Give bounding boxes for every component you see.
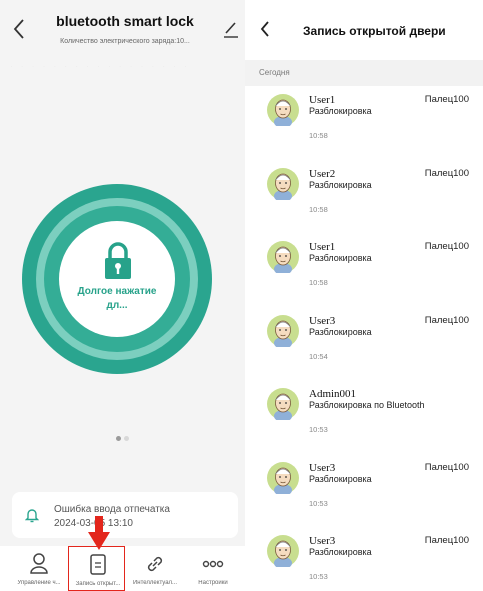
avatar-icon [267, 167, 299, 200]
tab-label: Управление ч... [17, 580, 61, 586]
record-method: Палец100 [424, 535, 469, 546]
device-title: bluetooth smart lock [56, 13, 194, 29]
record-time: 10:58 [309, 204, 328, 214]
avatar-icon [267, 314, 299, 347]
lock-home-screen: bluetooth smart lock Количество электрич… [0, 0, 245, 591]
tab-label: Запись открыт... [75, 581, 121, 587]
section-header: Сегодня [245, 60, 483, 86]
record-user-name: User1 [309, 94, 336, 106]
record-row[interactable]: User1 Разблокировка Палец100 10:58 [245, 88, 483, 162]
bell-icon [25, 509, 39, 523]
edit-icon[interactable] [222, 18, 240, 40]
page-indicator [116, 428, 132, 446]
avatar-icon [267, 535, 299, 567]
back-arrow-icon[interactable] [10, 14, 30, 44]
record-row[interactable]: User2 Разблокировка Палец100 10:58 [245, 162, 483, 236]
unlock-button[interactable]: Долгое нажатие дл... [59, 221, 175, 337]
record-user-name: User3 [309, 535, 336, 547]
record-user-name: User1 [309, 241, 336, 253]
unlock-ring[interactable]: Долгое нажатие дл... [22, 184, 212, 374]
record-method: Палец100 [424, 241, 469, 252]
avatar-icon [267, 461, 299, 494]
record-time: 10:53 [309, 572, 328, 581]
record-row[interactable]: Admin001 Разблокировка по Bluetooth 10:5… [245, 382, 483, 456]
record-action: Разблокировка [309, 106, 372, 116]
red-arrow-annotation [88, 516, 110, 550]
avatar-icon [267, 94, 299, 126]
avatar-icon [267, 241, 299, 273]
record-time: 10:58 [309, 131, 328, 140]
record-user-name: User3 [309, 314, 336, 327]
user-icon [30, 553, 48, 574]
tab-label: Настройки [198, 580, 228, 586]
record-action: Разблокировка [309, 473, 372, 484]
back-arrow-icon[interactable] [259, 20, 271, 38]
record-method: Палец100 [424, 167, 469, 179]
record-action: Разблокировка по Bluetooth [309, 400, 425, 410]
record-icon [90, 554, 106, 575]
alert-title: Ошибка ввода отпечатка [54, 504, 170, 515]
tab-label: Интеллектуал... [132, 580, 178, 586]
record-method: Палец100 [424, 94, 469, 105]
latest-alert-card[interactable]: Ошибка ввода отпечатка 2024-03-05 13:10 [12, 492, 238, 538]
avatar-icon [267, 388, 299, 420]
page-title: Запись открытой двери [303, 24, 446, 38]
record-action: Разблокировка [309, 179, 372, 190]
more-icon [202, 560, 224, 568]
record-row[interactable]: User3 Разблокировка Палец100 10:53 [245, 456, 483, 530]
record-action: Разблокировка [309, 326, 372, 337]
section-label: Сегодня [259, 68, 290, 77]
bottom-tab-bar: Управление ч... Запись открыт... Интелле… [0, 546, 245, 591]
record-time: 10:53 [309, 498, 328, 508]
record-row[interactable]: User3 Разблокировка Палец100 10:53 [245, 529, 483, 591]
tab-settings[interactable]: Настройки [184, 546, 242, 591]
record-action: Разблокировка [309, 547, 372, 557]
unlock-hint-label: Долгое нажатие дл... [77, 286, 157, 311]
link-icon [147, 556, 163, 572]
record-action: Разблокировка [309, 253, 372, 263]
record-user-name: Admin001 [309, 388, 357, 400]
record-time: 10:53 [309, 425, 328, 434]
record-user-name: User3 [309, 461, 336, 474]
tab-open-records[interactable]: Запись открыт... [68, 546, 125, 591]
record-method: Палец100 [424, 314, 469, 326]
record-row[interactable]: User3 Разблокировка Палец100 10:54 [245, 309, 483, 383]
record-method: Палец100 [424, 461, 469, 473]
record-time: 10:58 [309, 278, 328, 287]
lock-icon [105, 242, 131, 279]
tab-smart[interactable]: Интеллектуал... [126, 546, 184, 591]
record-time: 10:54 [309, 351, 328, 361]
record-row[interactable]: User1 Разблокировка Палец100 10:58 [245, 235, 483, 309]
open-door-records-screen: Запись открытой двери Сегодня User1 Разб… [245, 0, 483, 591]
faint-background-band: · · · · · · · · · · · · · · · · · [10, 62, 190, 71]
record-user-name: User2 [309, 167, 336, 180]
tab-user-management[interactable]: Управление ч... [10, 546, 68, 591]
battery-level-text: Количество электрического заряда:10... [60, 38, 190, 45]
